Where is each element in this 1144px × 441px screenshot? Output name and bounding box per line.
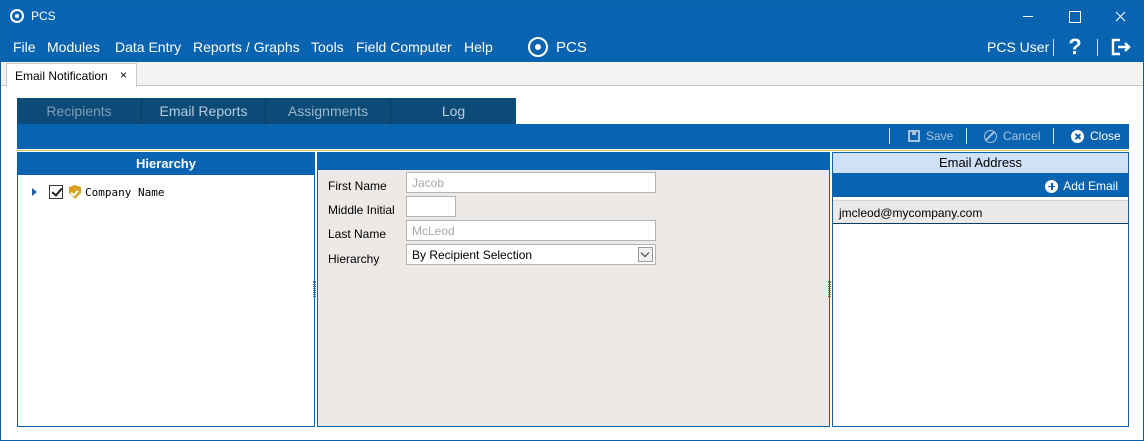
last-name-field[interactable] <box>406 220 656 241</box>
save-icon <box>908 130 920 142</box>
document-tab-strip: Email Notification × <box>1 62 1143 87</box>
action-divider <box>1053 128 1054 144</box>
email-panel: Email Address Add Email jmcleod@mycompan… <box>832 152 1129 427</box>
menu-divider <box>1097 39 1098 56</box>
brand: PCS <box>528 36 587 58</box>
first-name-label: First Name <box>328 179 387 193</box>
middle-initial-field[interactable] <box>406 196 456 217</box>
first-name-field[interactable] <box>406 172 656 193</box>
middle-initial-label: Middle Initial <box>328 203 395 217</box>
tab-email-notification[interactable]: Email Notification × <box>6 63 137 87</box>
form-header <box>318 153 829 170</box>
menu-reports-graphs[interactable]: Reports / Graphs <box>193 39 300 55</box>
action-bar: Save Cancel Close <box>17 124 1129 151</box>
menu-tools[interactable]: Tools <box>311 39 344 55</box>
last-name-label: Last Name <box>328 227 387 241</box>
close-icon <box>1071 129 1084 143</box>
splitter-handle[interactable] <box>313 281 316 297</box>
close-button[interactable]: Close <box>1071 129 1121 143</box>
hierarchy-select[interactable]: By Recipient Selection <box>406 244 656 265</box>
cancel-label: Cancel <box>1003 129 1041 143</box>
pcs-logo-icon <box>10 9 24 23</box>
section-tabs: Recipients Email Reports Assignments Log <box>17 98 516 124</box>
save-label: Save <box>926 129 954 143</box>
plus-icon <box>1045 179 1059 193</box>
save-button[interactable]: Save <box>908 129 953 143</box>
recipient-form: First Name Middle Initial Last Name Hier… <box>317 152 830 427</box>
window-title: PCS <box>31 9 56 23</box>
minimize-button[interactable] <box>1005 1 1051 32</box>
hierarchy-label: Hierarchy <box>328 252 380 266</box>
user-name[interactable]: PCS User <box>987 39 1049 55</box>
hierarchy-panel: Hierarchy Company Name <box>17 152 315 427</box>
tree-node[interactable]: Company Name <box>32 185 164 199</box>
action-divider <box>966 128 967 144</box>
hierarchy-select-value: By Recipient Selection <box>412 247 533 262</box>
pcs-logo-icon <box>528 37 548 57</box>
brand-label: PCS <box>556 38 587 56</box>
add-email-button[interactable]: Add Email <box>1045 179 1118 193</box>
action-divider <box>889 128 890 144</box>
email-header: Email Address <box>833 153 1128 175</box>
tab-label: Email Notification <box>15 69 108 83</box>
window-close-button[interactable] <box>1097 1 1143 32</box>
maximize-button[interactable] <box>1051 1 1097 32</box>
close-icon[interactable]: × <box>120 68 127 82</box>
expand-arrow-icon[interactable] <box>32 188 37 196</box>
list-item[interactable]: jmcleod@mycompany.com <box>833 200 1128 224</box>
chevron-down-icon[interactable] <box>638 247 653 262</box>
tab-recipients[interactable]: Recipients <box>17 98 142 124</box>
tab-assignments[interactable]: Assignments <box>266 98 391 124</box>
shield-icon <box>69 185 81 199</box>
hierarchy-header: Hierarchy <box>18 153 314 175</box>
help-icon[interactable]: ? <box>1066 34 1084 60</box>
splitter-handle[interactable] <box>828 281 831 297</box>
tree-node-label: Company Name <box>85 185 165 199</box>
menu-divider <box>1053 39 1054 56</box>
title-bar: PCS <box>1 1 1143 32</box>
menu-modules[interactable]: Modules <box>47 39 100 55</box>
menu-data-entry[interactable]: Data Entry <box>115 39 181 55</box>
tab-log[interactable]: Log <box>391 98 516 124</box>
cancel-button[interactable]: Cancel <box>984 129 1040 143</box>
app-window: PCS File Modules Data Entry Reports / Gr… <box>0 0 1144 441</box>
menu-field-computer[interactable]: Field Computer <box>356 39 452 55</box>
tree-checkbox[interactable] <box>49 185 63 199</box>
email-toolbar: Add Email <box>833 175 1128 197</box>
close-label: Close <box>1090 129 1121 143</box>
cancel-icon <box>984 129 997 143</box>
add-email-label: Add Email <box>1063 179 1118 193</box>
logout-icon[interactable] <box>1111 38 1131 56</box>
menu-bar: File Modules Data Entry Reports / Graphs… <box>1 32 1143 62</box>
tab-email-reports[interactable]: Email Reports <box>142 98 266 124</box>
menu-file[interactable]: File <box>13 39 36 55</box>
menu-help[interactable]: Help <box>464 39 493 55</box>
